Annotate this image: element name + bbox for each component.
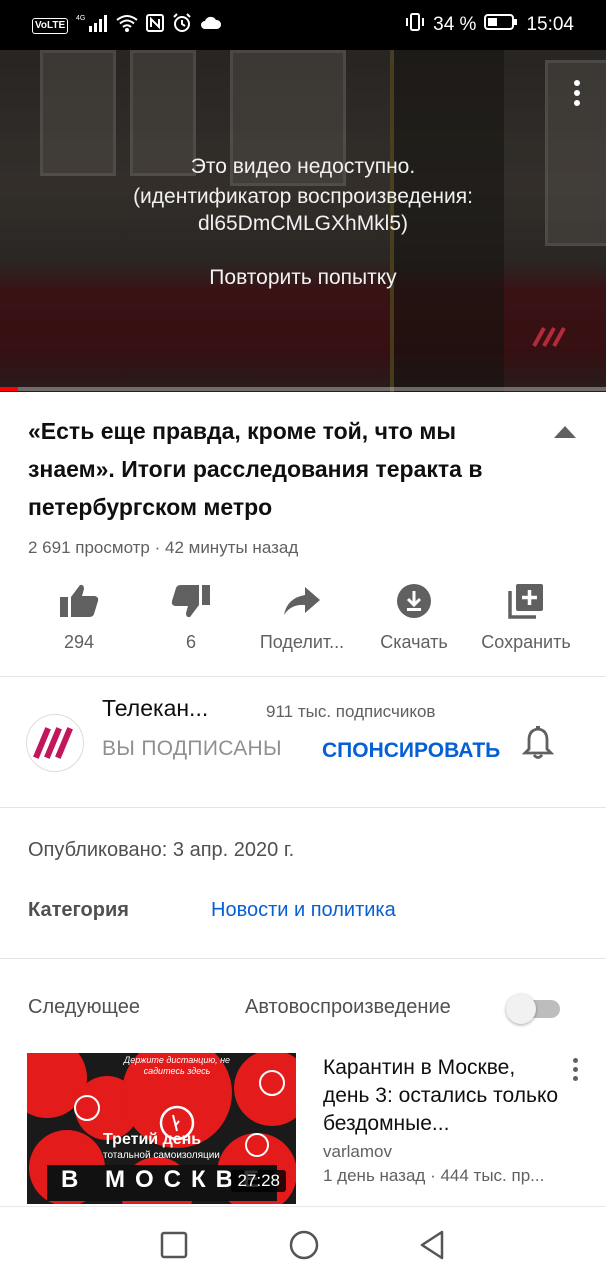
like-button[interactable]: 294 <box>23 580 135 653</box>
category-label: Категория <box>28 899 129 921</box>
sponsor-button[interactable]: СПОНСИРОВАТЬ <box>322 737 500 765</box>
action-bar: 294 6 Поделит... Скачать Сохранить <box>0 580 606 660</box>
download-icon <box>358 580 470 622</box>
thumbnail-caption-sub: тотальной самоизоляции <box>103 1150 220 1161</box>
divider <box>0 676 606 677</box>
autoplay-toggle[interactable] <box>506 994 560 1024</box>
share-icon <box>246 580 358 622</box>
circle-icon <box>289 1230 319 1260</box>
vibrate-icon <box>405 13 425 37</box>
signal-icon: 4G <box>76 13 108 38</box>
notification-bell-icon[interactable] <box>521 726 555 765</box>
nfc-icon <box>146 14 165 37</box>
back-button[interactable] <box>418 1229 446 1266</box>
video-duration: 27:28 <box>231 1170 286 1192</box>
progress-bar[interactable] <box>0 387 606 391</box>
channel-avatar[interactable] <box>26 714 84 772</box>
share-label: Поделит... <box>259 632 345 652</box>
dislike-count: 6 <box>185 632 196 652</box>
thumbnail-caption-small: Держите дистанцию, не садитесь здесь <box>123 1055 231 1076</box>
like-count: 294 <box>63 632 95 652</box>
error-message-line3: dl65DmCMLGXhMkl5) <box>197 212 409 235</box>
save-label: Сохранить <box>481 632 571 652</box>
next-video-meta: 1 день назад · 444 тыс. пр... <box>323 1166 545 1185</box>
video-player[interactable]: Это видео недоступно. (идентификатор вос… <box>0 50 606 392</box>
clock: 15:04 <box>526 14 574 35</box>
next-video-more-icon[interactable] <box>573 1058 578 1085</box>
add-to-playlist-icon <box>470 580 582 622</box>
divider <box>0 958 606 959</box>
share-button[interactable]: Поделит... <box>246 580 358 653</box>
next-video-title[interactable]: Карантин в Москве, день 3: остались толь… <box>323 1054 563 1138</box>
wifi-icon <box>116 14 138 37</box>
published-date: Опубликовано: 3 апр. 2020 г. <box>28 839 295 861</box>
error-message-line2: (идентификатор воспроизведения: <box>133 185 473 208</box>
network-type: 4G <box>76 15 85 22</box>
error-message-line1: Это видео недоступно. <box>190 155 416 178</box>
download-button[interactable]: Скачать <box>358 580 470 653</box>
subscribed-button[interactable]: ВЫ ПОДПИСАНЫ <box>102 737 282 761</box>
thumbs-up-icon <box>23 580 135 622</box>
retry-button[interactable]: Повторить попытку <box>153 263 453 293</box>
battery-icon <box>484 13 518 37</box>
volte-indicator: VoLTE <box>32 17 69 34</box>
download-label: Скачать <box>380 632 448 652</box>
category-link[interactable]: Новости и политика <box>211 899 396 922</box>
channel-watermark-icon <box>532 326 566 353</box>
alarm-icon <box>172 13 192 38</box>
video-meta: 2 691 просмотр · 42 минуты назад <box>28 538 299 557</box>
divider <box>0 807 606 808</box>
video-title[interactable]: «Есть еще правда, кроме той, что мы знае… <box>28 412 538 526</box>
square-icon <box>160 1231 188 1259</box>
subscriber-count: 911 тыс. подписчиков <box>266 702 436 721</box>
thumbs-down-icon <box>135 580 247 622</box>
next-video-channel[interactable]: varlamov <box>323 1142 392 1162</box>
triangle-back-icon <box>420 1230 444 1260</box>
autoplay-label: Автовоспроизведение <box>245 996 451 1018</box>
player-more-icon[interactable] <box>572 80 582 110</box>
up-next-label: Следующее <box>28 996 140 1018</box>
cloud-icon <box>200 16 222 35</box>
status-bar: VoLTE 4G 34 % 15:04 <box>0 0 606 50</box>
thumbnail-caption-day: Третий день <box>103 1131 202 1148</box>
save-button[interactable]: Сохранить <box>470 580 582 653</box>
next-video-thumbnail[interactable]: Держите дистанцию, не садитесь здесь Тре… <box>27 1053 296 1204</box>
system-nav-bar <box>0 1206 606 1281</box>
channel-name[interactable]: Телекан... <box>102 695 252 722</box>
home-button[interactable] <box>288 1229 320 1266</box>
battery-percent: 34 % <box>433 14 477 35</box>
collapse-icon[interactable] <box>554 426 576 438</box>
recent-apps-button[interactable] <box>160 1231 188 1264</box>
dislike-button[interactable]: 6 <box>135 580 247 653</box>
